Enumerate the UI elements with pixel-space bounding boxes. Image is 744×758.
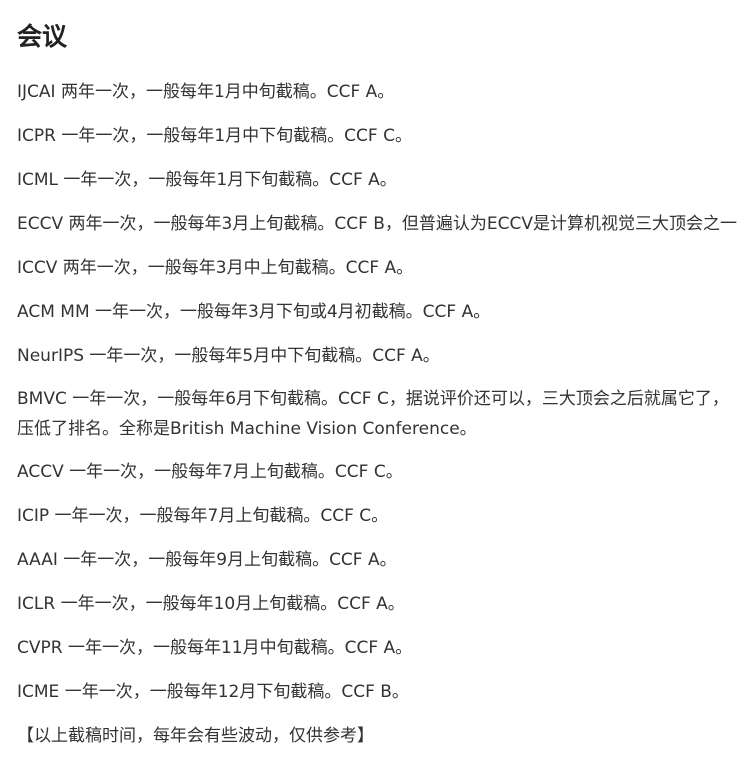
conference-item-acm-mm: ACM MM 一年一次，一般每年3月下旬或4月初截稿。CCF A。 — [17, 290, 744, 334]
paragraph-text: ICLR 一年一次，一般每年10月上旬截稿。CCF A。 — [17, 594, 405, 614]
paragraph-text: ICCV 两年一次，一般每年3月中上旬截稿。CCF A。 — [17, 258, 414, 278]
paragraph-line: BMVC 一年一次，一般每年6月下旬截稿。CCF C，据说评价还可以，三大顶会之… — [17, 389, 729, 409]
conference-item-aaai: AAAI 一年一次，一般每年9月上旬截稿。CCF A。 — [17, 538, 744, 582]
paragraph-text: CVPR 一年一次，一般每年11月中旬截稿。CCF A。 — [17, 638, 413, 658]
paragraph-text: IJCAI 两年一次，一般每年1月中旬截稿。CCF A。 — [17, 82, 395, 102]
paragraph-text: ICPR 一年一次，一般每年1月中下旬截稿。CCF C。 — [17, 126, 412, 146]
conference-item-cvpr: CVPR 一年一次，一般每年11月中旬截稿。CCF A。 — [17, 626, 744, 670]
footnote: 【以上截稿时间，每年会有些波动，仅供参考】 — [17, 714, 744, 758]
section-heading: 会议 — [17, 22, 68, 51]
article-body: 会议 IJCAI 两年一次，一般每年1月中旬截稿。CCF A。 ICPR 一年一… — [17, 0, 744, 758]
paragraph-text: ACM MM 一年一次，一般每年3月下旬或4月初截稿。CCF A。 — [17, 302, 491, 322]
paragraph-text: ECCV 两年一次，一般每年3月上旬截稿。CCF B，但普遍认为ECCV是计算机… — [17, 214, 738, 234]
conference-item-eccv: ECCV 两年一次，一般每年3月上旬截稿。CCF B，但普遍认为ECCV是计算机… — [17, 202, 744, 246]
conference-item-icme: ICME 一年一次，一般每年12月下旬截稿。CCF B。 — [17, 670, 744, 714]
conference-item-iccv: ICCV 两年一次，一般每年3月中上旬截稿。CCF A。 — [17, 246, 744, 290]
conference-item-iclr: ICLR 一年一次，一般每年10月上旬截稿。CCF A。 — [17, 582, 744, 626]
conference-item-ijcai: IJCAI 两年一次，一般每年1月中旬截稿。CCF A。 — [17, 70, 744, 114]
paragraph-text: ACCV 一年一次，一般每年7月上旬截稿。CCF C。 — [17, 462, 403, 482]
conference-item-bmvc: BMVC 一年一次，一般每年6月下旬截稿。CCF C，据说评价还可以，三大顶会之… — [17, 378, 744, 450]
conference-item-neurips: NeurIPS 一年一次，一般每年5月中下旬截稿。CCF A。 — [17, 334, 744, 378]
conference-item-icip: ICIP 一年一次，一般每年7月上旬截稿。CCF C。 — [17, 494, 744, 538]
paragraph-text: NeurIPS 一年一次，一般每年5月中下旬截稿。CCF A。 — [17, 346, 440, 366]
conference-item-icpr: ICPR 一年一次，一般每年1月中下旬截稿。CCF C。 — [17, 114, 744, 158]
paragraph-text: ICML 一年一次，一般每年1月下旬截稿。CCF A。 — [17, 170, 397, 190]
note-text: 【以上截稿时间，每年会有些波动，仅供参考】 — [17, 726, 374, 746]
conference-item-icml: ICML 一年一次，一般每年1月下旬截稿。CCF A。 — [17, 158, 744, 202]
paragraph-text: AAAI 一年一次，一般每年9月上旬截稿。CCF A。 — [17, 550, 397, 570]
paragraph-text: ICME 一年一次，一般每年12月下旬截稿。CCF B。 — [17, 682, 409, 702]
paragraph-line: 压低了排名。全称是British Machine Vision Conferen… — [17, 419, 477, 439]
paragraph-text: ICIP 一年一次，一般每年7月上旬截稿。CCF C。 — [17, 506, 389, 526]
conference-item-accv: ACCV 一年一次，一般每年7月上旬截稿。CCF C。 — [17, 450, 744, 494]
